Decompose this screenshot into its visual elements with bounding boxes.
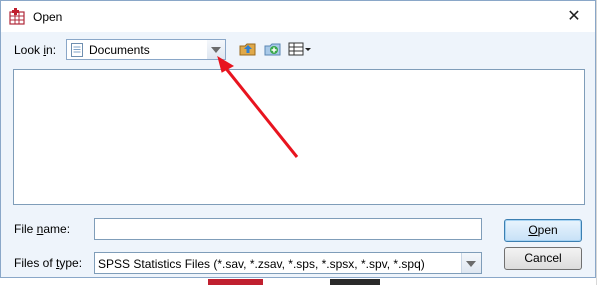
look-in-value: Documents — [89, 43, 150, 57]
open-dialog: Open ✕ Look in: Documents File name: Fil… — [0, 0, 596, 278]
new-folder-button[interactable] — [263, 39, 283, 59]
up-folder-icon — [238, 39, 258, 59]
open-button[interactable]: Open — [504, 219, 582, 242]
title-bar: Open ✕ — [1, 1, 595, 32]
view-menu-button[interactable] — [287, 39, 313, 59]
open-button-label: pen — [537, 223, 558, 237]
cancel-button-label: Cancel — [524, 251, 562, 265]
file-name-label-text-end: ame: — [43, 222, 71, 236]
chevron-down-icon — [466, 261, 476, 267]
chevron-down-icon — [211, 47, 221, 53]
close-button[interactable]: ✕ — [553, 1, 595, 32]
new-folder-icon — [263, 39, 283, 59]
cancel-button[interactable]: Cancel — [504, 247, 582, 270]
background-document-edge — [596, 0, 608, 285]
close-icon: ✕ — [567, 8, 581, 25]
window-title: Open — [33, 10, 63, 24]
file-type-label-text: Files of — [14, 256, 57, 270]
look-in-label: Look in: — [14, 43, 56, 57]
file-name-label: File name: — [14, 222, 70, 236]
background-dark-block — [330, 279, 380, 285]
open-button-accesskey: O — [528, 223, 538, 237]
look-in-dropdown[interactable]: Documents — [66, 39, 226, 60]
file-type-dropdown-button[interactable] — [461, 253, 481, 273]
documents-folder-icon — [71, 43, 83, 57]
file-list[interactable] — [13, 69, 585, 205]
file-type-value: SPSS Statistics Files (*.sav, *.zsav, *.… — [98, 257, 425, 271]
file-type-label-text-end: ype: — [59, 256, 83, 270]
up-one-level-button[interactable] — [238, 39, 258, 59]
file-name-label-text: File — [14, 222, 37, 236]
file-type-dropdown[interactable]: SPSS Statistics Files (*.sav, *.zsav, *.… — [94, 252, 482, 274]
file-name-input[interactable] — [94, 218, 482, 240]
file-type-label: Files of type: — [14, 256, 82, 270]
look-in-dropdown-button[interactable] — [207, 40, 225, 59]
view-menu-icon — [287, 39, 313, 59]
look-in-label-text: Look — [14, 43, 44, 57]
spss-app-icon — [9, 8, 27, 26]
background-red-block — [208, 279, 263, 285]
look-in-label-text-end: n: — [46, 43, 57, 57]
